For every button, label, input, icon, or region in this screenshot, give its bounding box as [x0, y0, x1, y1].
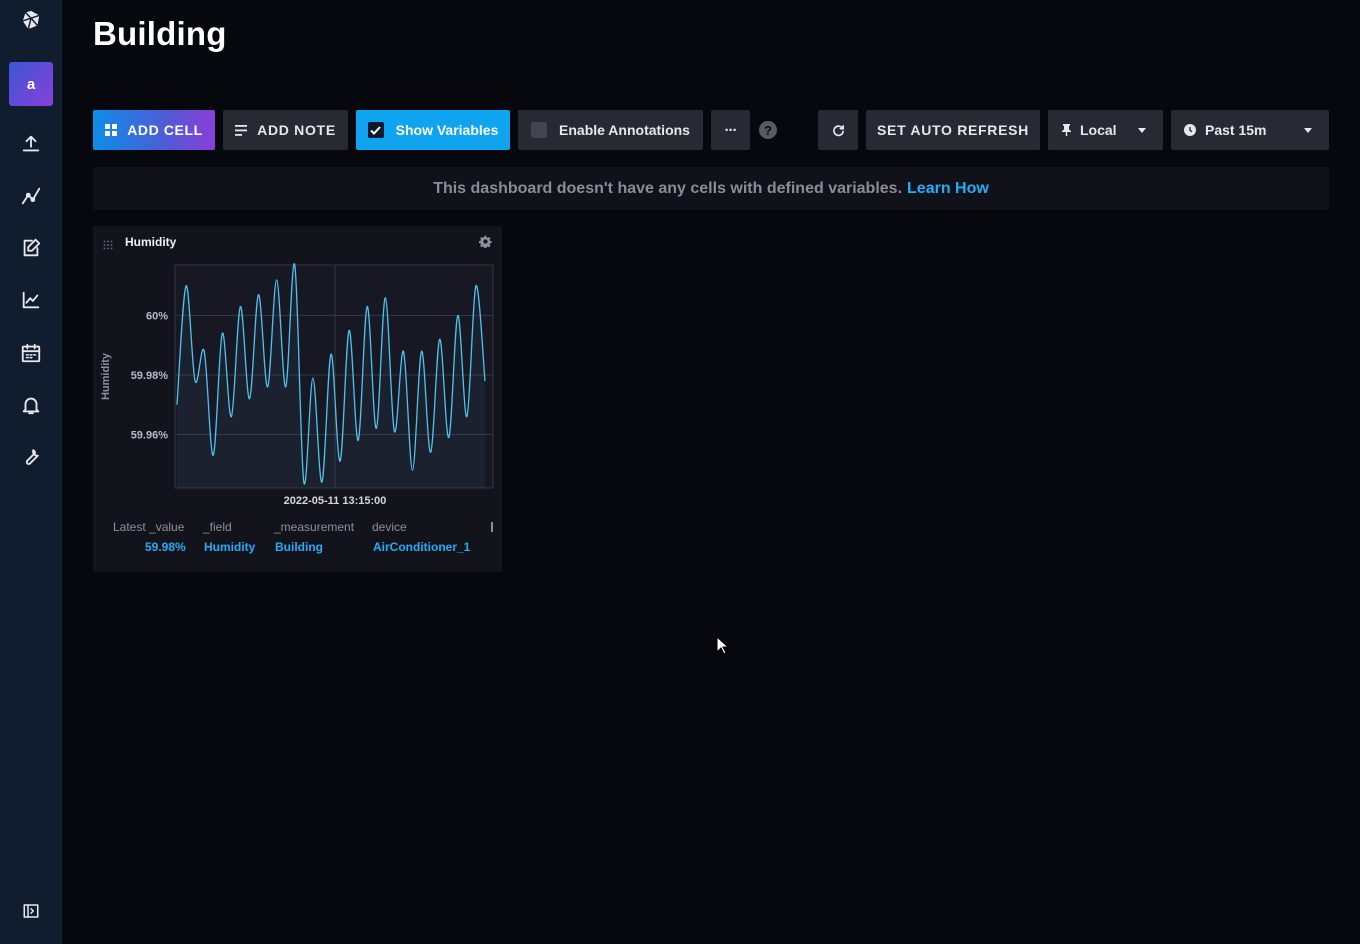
- table-value-field: Humidity: [204, 540, 256, 554]
- pin-icon: [1062, 124, 1071, 136]
- table-header-latest-value: Latest _value: [113, 520, 185, 534]
- upload-icon: [22, 135, 40, 152]
- add-cell-button[interactable]: ADD CELL: [93, 110, 215, 150]
- collapse-sidebar-icon: [23, 904, 39, 918]
- calendar-icon: [21, 343, 41, 363]
- checkbox-unchecked-icon: [531, 122, 548, 138]
- column-resize-handle[interactable]: [491, 522, 493, 532]
- table-header-device: device: [372, 520, 407, 534]
- chevron-down-icon: [1304, 128, 1312, 133]
- add-note-button[interactable]: ADD NOTE: [223, 110, 348, 150]
- notice-text: This dashboard doesn't have any cells wi…: [433, 179, 903, 197]
- table-value-latest: 59.98%: [145, 540, 186, 554]
- avatar[interactable]: a: [9, 62, 53, 106]
- sidebar-item-tasks[interactable]: [0, 333, 62, 373]
- help-icon[interactable]: ?: [759, 121, 777, 139]
- clock-icon: [1184, 124, 1196, 136]
- auto-refresh-label: SET AUTO REFRESH: [877, 122, 1029, 138]
- sidebar: a: [0, 0, 62, 944]
- dashboard-cell-humidity[interactable]: Humidity 60% 59.98% 59.96% 2022-05-11 13:15…: [93, 226, 502, 572]
- humidity-line-chart[interactable]: 60% 59.98% 59.96% 2022-05-11 13:15:00 Humidi…: [93, 226, 502, 516]
- table-value-device: AirConditioner_1: [373, 540, 471, 554]
- sidebar-item-data-upload[interactable]: [0, 124, 62, 164]
- sidebar-item-data-explorer[interactable]: [0, 176, 62, 216]
- table-header-measurement: _measurement: [274, 520, 355, 534]
- time-range-dropdown[interactable]: Past 15m: [1171, 110, 1329, 150]
- y-tick-label: 59.98%: [131, 370, 169, 382]
- graph-icon: [21, 187, 41, 205]
- grid-icon: [105, 124, 118, 136]
- more-dots-icon: ···: [724, 121, 738, 139]
- timezone-dropdown[interactable]: Local: [1048, 110, 1163, 150]
- timezone-label: Local: [1080, 122, 1117, 138]
- show-variables-toggle[interactable]: Show Variables: [356, 110, 510, 150]
- sidebar-item-settings[interactable]: [0, 437, 62, 477]
- notebook-edit-icon: [23, 238, 41, 257]
- wrench-icon: [25, 449, 39, 465]
- refresh-button[interactable]: [818, 110, 858, 150]
- x-tick-label: 2022-05-11 13:15:00: [284, 495, 387, 507]
- bell-icon: [22, 397, 40, 415]
- table-value-measurement: Building: [275, 540, 323, 554]
- show-variables-label: Show Variables: [395, 122, 499, 138]
- checkbox-checked-icon: [367, 122, 384, 138]
- auto-refresh-button[interactable]: SET AUTO REFRESH: [866, 110, 1040, 150]
- more-options-button[interactable]: ···: [711, 110, 750, 150]
- refresh-icon: [832, 124, 844, 136]
- y-axis-label: Humidity: [100, 352, 112, 400]
- text-lines-icon: [235, 124, 248, 136]
- sidebar-item-dashboards[interactable]: [0, 280, 62, 320]
- sidebar-item-notebooks[interactable]: [0, 228, 62, 268]
- table-header-field: _field: [203, 520, 232, 534]
- y-tick-label: 60%: [146, 311, 168, 323]
- enable-annotations-toggle[interactable]: Enable Annotations: [518, 110, 703, 150]
- time-range-label: Past 15m: [1205, 122, 1267, 138]
- app: a Building ADD CELL ADD NOTE Show Variab…: [0, 0, 1360, 944]
- variables-notice: This dashboard doesn't have any cells wi…: [93, 167, 1329, 210]
- page-title: Building: [93, 15, 227, 52]
- dashboard-chart-icon: [22, 291, 40, 309]
- sidebar-item-alerts[interactable]: [0, 385, 62, 425]
- add-cell-label: ADD CELL: [127, 122, 203, 138]
- collapse-sidebar-button[interactable]: [0, 891, 62, 931]
- enable-annotations-label: Enable Annotations: [559, 122, 690, 138]
- y-tick-label: 59.96%: [131, 429, 169, 441]
- avatar-letter: a: [26, 75, 36, 93]
- learn-how-link[interactable]: Learn How: [907, 180, 989, 198]
- influx-logo-icon[interactable]: [0, 0, 62, 40]
- help-glyph: ?: [764, 122, 772, 138]
- add-note-label: ADD NOTE: [257, 122, 336, 138]
- mouse-cursor-icon: [716, 636, 730, 655]
- chevron-down-icon: [1138, 128, 1146, 133]
